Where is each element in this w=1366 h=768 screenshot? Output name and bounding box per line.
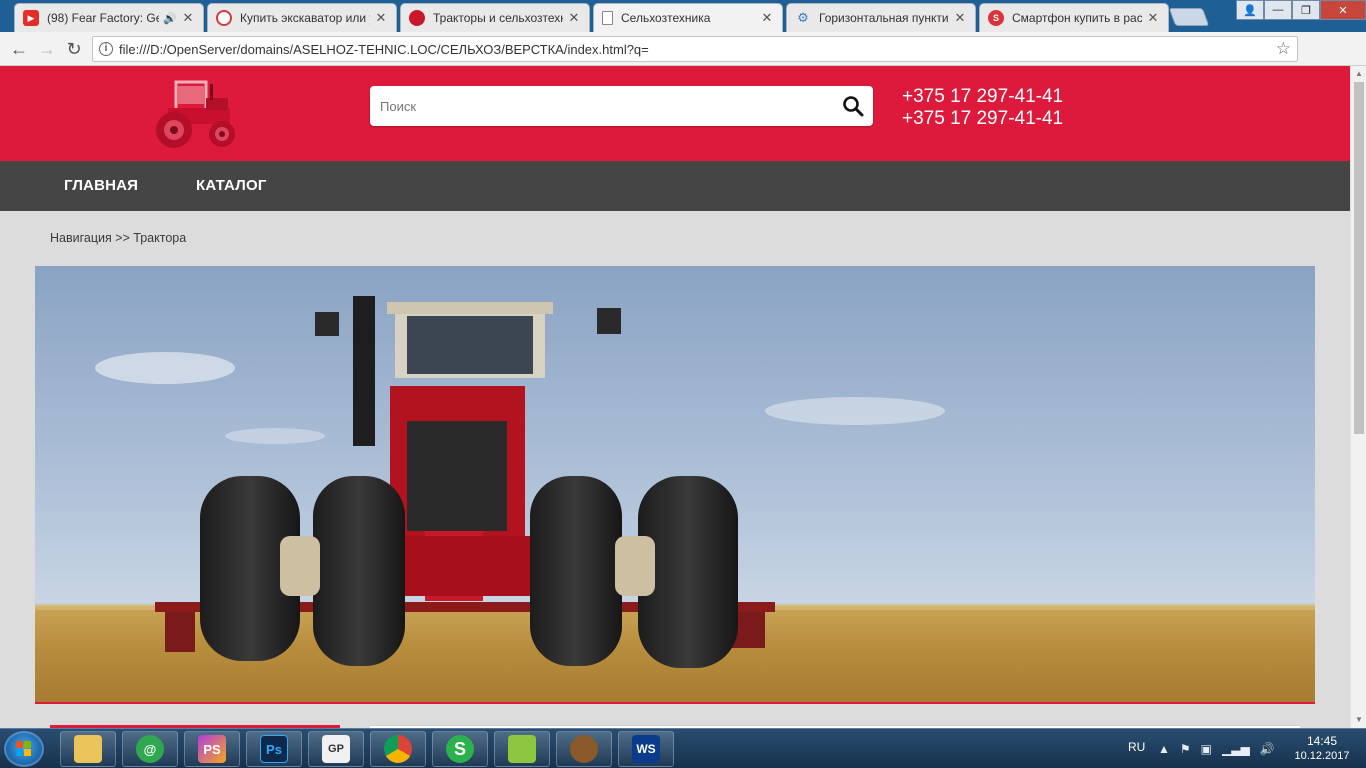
page-viewport: +375 17 297-41-41 +375 17 297-41-41 ГЛАВ… [0,66,1350,728]
tab-title: Смартфон купить в расс [1012,11,1142,25]
info-icon[interactable]: i [99,42,113,56]
browser-tab-active[interactable]: Сельхозтехника ✕ [593,3,783,32]
browser-tab[interactable]: Купить экскаватор или у ✕ [207,3,397,32]
nav-item-home[interactable]: ГЛАВНАЯ [64,161,138,211]
site-header: +375 17 297-41-41 +375 17 297-41-41 [0,66,1350,161]
scrollbar-thumb[interactable] [1354,82,1364,434]
search-icon[interactable] [841,94,865,118]
search-input[interactable] [380,95,820,117]
phpstorm-icon: PS [198,735,226,763]
clock-time: 14:45 [1306,734,1338,748]
site-icon: S [988,10,1004,26]
scroll-up-icon[interactable]: ▲ [1351,66,1366,82]
window-controls: 👤 — ❐ ✕ [1236,0,1366,20]
new-tab-button[interactable] [1168,8,1210,26]
taskbar-app[interactable] [60,731,116,767]
bookmark-star-icon[interactable]: ☆ [1276,39,1291,59]
tab-close-icon[interactable]: ✕ [760,10,774,26]
nav-item-catalog[interactable]: КАТАЛОГ [196,161,267,211]
youtube-icon: ▶ [23,10,39,26]
network-signal-icon[interactable]: ▁▃▅ [1222,742,1250,768]
system-tray: ▲ ⚑ ▣ ▁▃▅ 🔊 [1158,742,1275,768]
chrome-icon [384,735,412,763]
phone-numbers: +375 17 297-41-41 +375 17 297-41-41 [902,86,1063,130]
reload-icon[interactable]: ↻ [63,38,85,60]
forward-arrow-icon[interactable]: → [36,38,58,60]
tab-title: Купить экскаватор или у [240,11,370,25]
photoshop-icon: Ps [260,735,288,763]
speaker-icon[interactable]: 🔊 [163,12,177,25]
taskbar-app[interactable]: PS [184,731,240,767]
tab-close-icon[interactable]: ✕ [1146,10,1160,26]
search-box [370,86,873,126]
browser-toolbar: ← → ↻ i file:///D:/OpenServer/domains/AS… [0,32,1366,93]
device-icon[interactable]: ▣ [1201,742,1212,768]
hero-divider [35,702,1315,704]
tab-close-icon[interactable]: ✕ [567,10,581,26]
phone-number[interactable]: +375 17 297-41-41 [902,86,1063,108]
action-center-flag-icon[interactable]: ⚑ [1180,742,1191,768]
user-profile-icon[interactable]: 👤 [1236,0,1264,20]
browser-tab[interactable]: Тракторы и сельхозтехн ✕ [400,3,590,32]
breadcrumb[interactable]: Навигация >> Трактора [50,231,186,245]
taskbar-app[interactable]: @ [122,731,178,767]
hero-banner-image [35,266,1315,704]
tab-close-icon[interactable]: ✕ [181,10,195,26]
site-icon [216,10,232,26]
tab-close-icon[interactable]: ✕ [953,10,967,26]
webstorm-icon: WS [632,735,660,763]
windows-logo-icon [16,741,32,757]
main-navigation: ГЛАВНАЯ КАТАЛОГ [0,161,1350,211]
site-icon [409,10,425,26]
back-arrow-icon[interactable]: ← [8,38,30,60]
volume-icon[interactable]: 🔊 [1260,742,1275,768]
windows-taskbar: @ PS Ps GP S WS RU ▲ ⚑ ▣ ▁▃▅ 🔊 14:45 10.… [0,728,1366,768]
taskbar-app[interactable]: WS [618,731,674,767]
start-button[interactable] [4,731,44,767]
url-text[interactable]: file:///D:/OpenServer/domains/ASELHOZ-TE… [119,42,649,57]
address-bar[interactable]: i file:///D:/OpenServer/domains/ASELHOZ-… [92,36,1298,62]
page-icon [602,11,613,25]
notepad-plus-plus-icon [508,735,536,763]
browser-tab[interactable]: S Смартфон купить в расс ✕ [979,3,1169,32]
browser-tabstrip: ▶ (98) Fear Factory: Gen 🔊 ✕ Купить экск… [0,0,1366,32]
mail-agent-icon: @ [136,735,164,763]
tab-title: (98) Fear Factory: Gen [47,11,159,25]
taskbar-app[interactable]: S [432,731,488,767]
system-clock[interactable]: 14:45 10.12.2017 [1292,734,1352,764]
taskbar-app[interactable] [556,731,612,767]
game-icon [570,735,598,763]
phone-number[interactable]: +375 17 297-41-41 [902,108,1063,130]
taskbar-app[interactable]: GP [308,731,364,767]
close-window-button[interactable]: ✕ [1320,0,1366,20]
scroll-down-icon[interactable]: ▼ [1351,712,1366,728]
taskbar-app[interactable]: Ps [246,731,302,767]
tab-close-icon[interactable]: ✕ [374,10,388,26]
show-hidden-icons-icon[interactable]: ▲ [1158,742,1170,768]
language-indicator[interactable]: RU [1128,740,1145,768]
page-scrollbar[interactable]: ▲ ▼ [1350,66,1366,728]
browser-tab[interactable]: ⚙ Горизонтальная пункти ✕ [786,3,976,32]
tab-title: Горизонтальная пункти [819,11,949,25]
skype-icon: S [446,735,474,763]
browser-tab[interactable]: ▶ (98) Fear Factory: Gen 🔊 ✕ [14,3,204,32]
guitar-pro-icon: GP [322,735,350,763]
tab-title: Сельхозтехника [621,11,711,25]
file-explorer-icon [74,735,102,763]
tab-title: Тракторы и сельхозтехн [433,11,563,25]
taskbar-app[interactable] [494,731,550,767]
clock-date: 10.12.2017 [1294,750,1350,762]
minimize-button[interactable]: — [1264,0,1292,20]
tractor-logo[interactable] [148,72,244,156]
site-icon: ⚙ [797,10,809,25]
maximize-button[interactable]: ❐ [1292,0,1320,20]
taskbar-app[interactable] [370,731,426,767]
